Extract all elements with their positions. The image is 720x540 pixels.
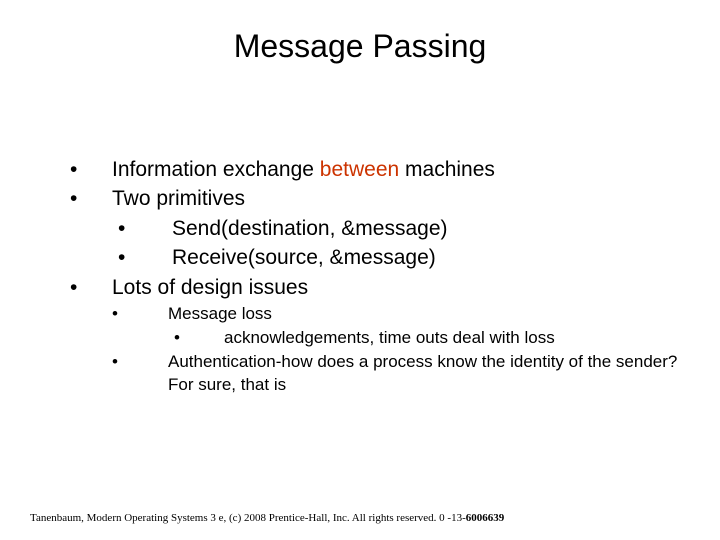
- bullet-level1: • Lots of design issues: [60, 273, 680, 302]
- bullet-icon: •: [60, 273, 112, 302]
- bullet-text: Message loss: [168, 302, 680, 326]
- bullet-level2: • Receive(source, &message): [60, 243, 680, 272]
- bullet-icon: •: [60, 155, 112, 184]
- bullet-icon: •: [112, 214, 172, 243]
- bullet-icon: •: [60, 184, 112, 213]
- bullet-text: Lots of design issues: [112, 273, 680, 302]
- bullet-level1: • Information exchange between machines: [60, 155, 680, 184]
- text-fragment: Information exchange: [112, 158, 320, 181]
- bullet-text: Information exchange between machines: [112, 155, 680, 184]
- slide: Message Passing • Information exchange b…: [0, 0, 720, 540]
- bullet-icon: •: [112, 243, 172, 272]
- slide-body: • Information exchange between machines …: [40, 155, 680, 397]
- bullet-level1: • Two primitives: [60, 184, 680, 213]
- slide-title: Message Passing: [40, 28, 680, 65]
- highlight-text: between: [320, 158, 399, 181]
- bullet-icon: •: [112, 350, 168, 398]
- text-fragment: machines: [399, 158, 495, 181]
- bullet-text: Two primitives: [112, 184, 680, 213]
- bullet-text: Receive(source, &message): [172, 243, 680, 272]
- bullet-text: Authentication-how does a process know t…: [168, 350, 680, 398]
- bullet-text: Send(destination, &message): [172, 214, 680, 243]
- footer-main: Tanenbaum, Modern Operating Systems 3 e,…: [30, 512, 466, 524]
- bullet-level2: • Send(destination, &message): [60, 214, 680, 243]
- bullet-icon: •: [112, 302, 168, 326]
- footer-bold: 6006639: [466, 512, 505, 524]
- bullet-level2-small: • Authentication-how does a process know…: [60, 350, 680, 398]
- bullet-text: acknowledgements, time outs deal with lo…: [224, 326, 680, 350]
- footer-text: Tanenbaum, Modern Operating Systems 3 e,…: [30, 512, 690, 524]
- bullet-icon: •: [168, 326, 224, 350]
- bullet-level3: • acknowledgements, time outs deal with …: [60, 326, 680, 350]
- bullet-level2-small: • Message loss: [60, 302, 680, 326]
